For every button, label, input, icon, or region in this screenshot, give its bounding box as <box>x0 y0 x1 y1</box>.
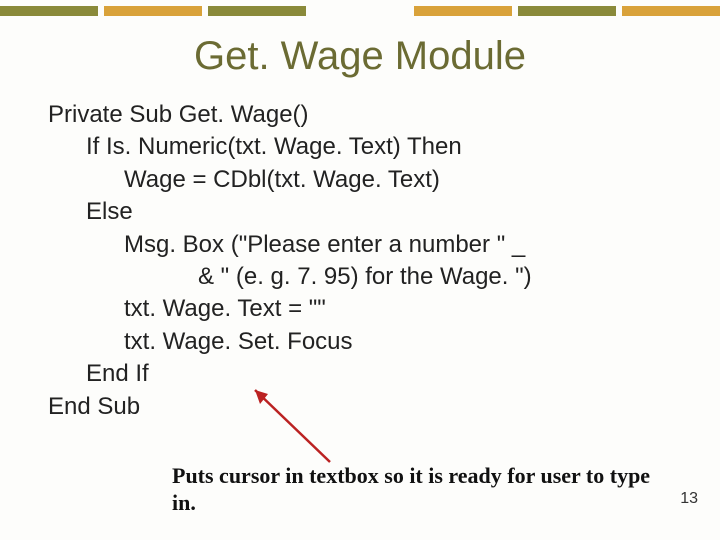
code-line: If Is. Numeric(txt. Wage. Text) Then <box>48 131 672 163</box>
code-line: Wage = CDbl(txt. Wage. Text) <box>48 164 672 196</box>
bar <box>104 6 202 16</box>
page-number: 13 <box>680 490 698 508</box>
code-block: Private Sub Get. Wage() If Is. Numeric(t… <box>48 99 672 423</box>
bar <box>208 6 306 16</box>
code-line: Msg. Box ("Please enter a number " _ <box>48 229 672 261</box>
code-line: Private Sub Get. Wage() <box>48 99 672 131</box>
bar <box>0 6 98 16</box>
decorative-top-bars <box>0 0 720 16</box>
bar <box>622 6 720 16</box>
bar <box>518 6 616 16</box>
bar-group-right <box>414 6 720 16</box>
bar <box>414 6 512 16</box>
code-line: End If <box>48 358 672 390</box>
code-line: Else <box>48 196 672 228</box>
code-line: & " (e. g. 7. 95) for the Wage. ") <box>48 261 672 293</box>
code-line: End Sub <box>48 391 672 423</box>
code-line: txt. Wage. Text = "" <box>48 293 672 325</box>
slide-title: Get. Wage Module <box>0 34 720 79</box>
bar-group-left <box>0 6 306 16</box>
code-line: txt. Wage. Set. Focus <box>48 326 672 358</box>
annotation-text: Puts cursor in textbox so it is ready fo… <box>172 463 652 516</box>
